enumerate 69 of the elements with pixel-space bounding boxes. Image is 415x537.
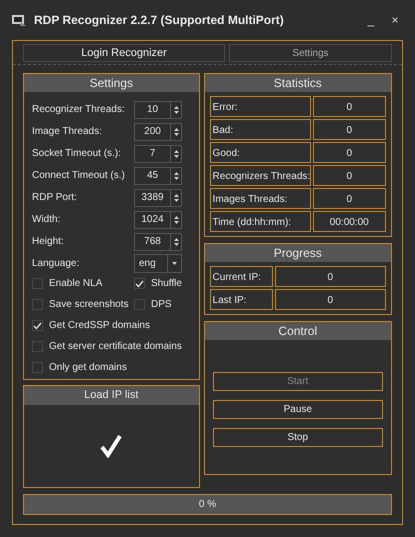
number-spinner[interactable]: 200	[134, 122, 182, 140]
checkbox-label: Only get domains	[49, 361, 127, 375]
spinner-arrows-icon	[174, 126, 178, 136]
panel-header: Progress	[204, 244, 391, 262]
checkbox[interactable]	[32, 362, 43, 373]
stat-value: 0	[312, 188, 386, 209]
language-dropdown[interactable]: eng	[134, 254, 182, 273]
field-label: Language:	[32, 257, 80, 271]
number-spinner[interactable]: 45	[134, 166, 182, 184]
checkbox-label: DPS	[151, 298, 172, 312]
field-label: Recognizer Threads:	[32, 103, 126, 117]
panel-header: Load IP list	[24, 386, 199, 405]
number-spinner[interactable]: 1024	[134, 210, 182, 228]
load-ip-list-panel[interactable]: Load IP list	[23, 385, 200, 488]
checkbox[interactable]	[134, 278, 145, 289]
stat-label: Good:	[210, 142, 311, 163]
control-button[interactable]: Stop	[212, 428, 383, 447]
spinner-arrows-icon	[174, 192, 178, 202]
checkbox[interactable]	[32, 341, 43, 352]
panel-header: Control	[204, 322, 391, 340]
control-button[interactable]: Pause	[212, 400, 383, 419]
number-spinner[interactable]: 3389	[134, 188, 182, 206]
minimize-button[interactable]: _	[363, 11, 379, 29]
stat-value: 0	[312, 96, 386, 117]
checkbox-label: Enable NLA	[49, 277, 102, 291]
stat-value: 0	[312, 165, 386, 186]
stat-label: Current IP:	[210, 266, 273, 287]
number-spinner[interactable]: 768	[134, 232, 182, 250]
stat-label: Recognizers Threads:	[210, 165, 311, 186]
stat-value: 0	[274, 289, 386, 310]
stat-value: 0	[274, 266, 386, 287]
field-label: Height:	[32, 235, 65, 249]
panel-header: Statistics	[204, 74, 391, 92]
stat-label: Images Threads:	[210, 188, 311, 209]
number-spinner[interactable]: 7	[134, 144, 182, 162]
stat-label: Last IP:	[210, 289, 273, 310]
progress-label: 0 %	[198, 498, 218, 512]
checkbox[interactable]	[32, 278, 43, 289]
stat-value: 0	[312, 142, 386, 163]
stat-value: 0	[312, 119, 386, 140]
stat-label: Bad:	[210, 119, 311, 140]
close-button[interactable]: ×	[387, 11, 403, 29]
stat-value: 00:00:00	[312, 211, 386, 232]
field-label: Image Threads:	[32, 125, 103, 139]
checkbox[interactable]	[32, 299, 43, 310]
spinner-arrows-icon	[174, 148, 178, 158]
checkbox-label: Shuffle	[151, 277, 182, 291]
stat-label: Error:	[210, 96, 311, 117]
app-icon	[12, 14, 26, 26]
panel-header: Settings	[24, 74, 199, 92]
checkbox-label: Get server certificate domains	[49, 340, 182, 354]
checkbox[interactable]	[134, 299, 145, 310]
window-title: RDP Recognizer 2.2.7 (Supported MultiPort)	[34, 12, 284, 29]
field-label: RDP Port:	[32, 191, 78, 205]
tab[interactable]: Login Recognizer	[23, 44, 225, 62]
checkbox-label: Save screenshots	[49, 298, 128, 312]
checkbox[interactable]	[32, 320, 43, 331]
stat-label: Time (dd:hh:mm):	[210, 211, 311, 232]
spinner-arrows-icon	[174, 170, 178, 180]
field-label: Connect Timeout (s.)	[32, 169, 126, 183]
field-label: Width:	[32, 213, 62, 227]
field-label: Socket Timeout (s.):	[32, 147, 122, 161]
tab[interactable]: Settings	[229, 44, 392, 62]
spinner-arrows-icon	[174, 214, 178, 224]
number-spinner[interactable]: 10	[134, 100, 182, 118]
spinner-arrows-icon	[174, 236, 178, 246]
checkbox-label: Get CredSSP domains	[49, 319, 150, 333]
caret-icon	[172, 262, 177, 265]
spinner-arrows-icon	[174, 104, 178, 114]
